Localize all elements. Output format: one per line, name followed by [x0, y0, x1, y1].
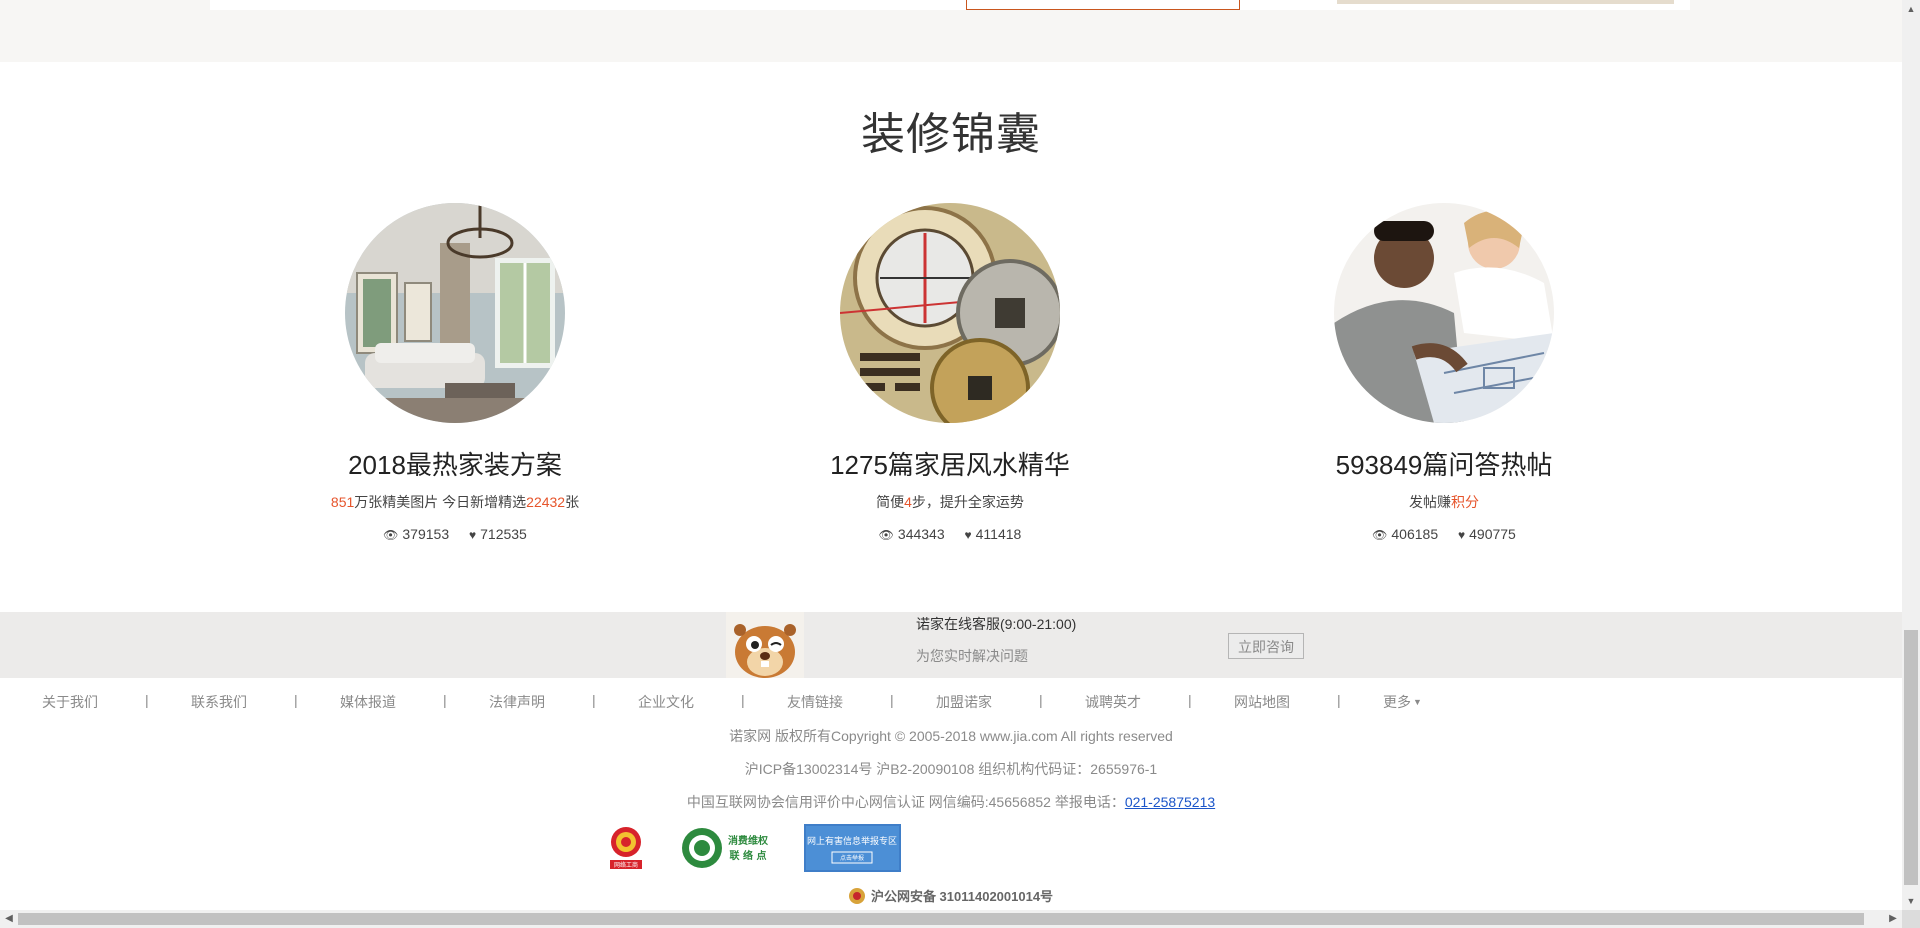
card-subtitle: 851万张精美图片 今日新增精选22432张 — [205, 492, 705, 512]
highlight-number: 22432 — [526, 494, 566, 510]
business-badge[interactable]: 网络工商 — [605, 824, 647, 877]
views-stat: 👁 406185 — [1372, 526, 1438, 542]
card-stats: 👁 406185 ♥ 490775 — [1194, 526, 1694, 542]
footer-separator: | — [145, 692, 149, 708]
card-title[interactable]: 593849篇问答热帖 — [1194, 445, 1694, 482]
card-title[interactable]: 2018最热家装方案 — [205, 445, 705, 482]
consultation-photo[interactable] — [1334, 203, 1554, 423]
card-stats: 👁 379153 ♥ 712535 — [205, 526, 705, 542]
subtitle-text: 简便 — [876, 494, 905, 510]
scroll-right-icon[interactable]: ▶ — [1884, 910, 1902, 928]
consumer-badge-line2: 联 络 点 — [730, 849, 767, 862]
footer-nav: 关于我们 | 联系我们 | 媒体报道 | 法律声明 | 企业文化 | 友情链接 … — [0, 692, 1902, 712]
likes-stat: ♥ 411418 — [965, 526, 1022, 542]
views-stat: 👁 379153 — [383, 526, 449, 542]
living-room-photo[interactable] — [345, 203, 565, 423]
views-count: 344343 — [897, 526, 945, 542]
footer-separator: | — [443, 692, 447, 708]
more-label: 更多 — [1383, 694, 1411, 710]
police-record[interactable]: 沪公网安备 31011402001014号 — [0, 886, 1902, 905]
footer-link-about[interactable]: 关于我们 — [42, 692, 98, 712]
eye-icon: 👁 — [383, 528, 399, 542]
service-title: 诺家在线客服(9:00-21:00) — [916, 616, 1077, 632]
footer-separator: | — [741, 692, 745, 708]
card-qa[interactable]: 593849篇问答热帖 发帖赚积分 👁 406185 ♥ 490775 — [1194, 203, 1694, 542]
fengshui-compass-photo[interactable] — [840, 203, 1060, 423]
footer-link-franchise[interactable]: 加盟诺家 — [936, 692, 992, 712]
footer-link-friends[interactable]: 友情链接 — [787, 692, 843, 712]
subtitle-text: 张 — [565, 494, 580, 510]
consumer-badge-line1: 消费维权 — [728, 834, 769, 847]
outlined-box-edge — [966, 0, 1240, 10]
harmful-info-report-badge[interactable]: 网上有害信息举报专区 点击举报 — [804, 824, 901, 877]
horizontal-scrollbar[interactable]: ◀ ▶ — [0, 910, 1902, 928]
report-badge-line1: 网上有害信息举报专区 — [807, 835, 897, 847]
vertical-scrollbar[interactable]: ▲ ▼ — [1902, 0, 1920, 910]
footer-separator: | — [592, 692, 596, 708]
police-badge-icon — [848, 888, 865, 904]
footer-link-more[interactable]: 更多 ▼ — [1383, 692, 1422, 712]
footer-link-contact[interactable]: 联系我们 — [191, 692, 247, 712]
footer-link-careers[interactable]: 诚聘英才 — [1085, 692, 1141, 712]
footer-separator: | — [294, 692, 298, 708]
heart-icon: ♥ — [469, 528, 477, 542]
scroll-left-icon[interactable]: ◀ — [0, 910, 18, 928]
highlight-number: 851 — [330, 494, 355, 510]
highlight-text: 积分 — [1451, 494, 1479, 510]
likes-stat: ♥ 712535 — [469, 526, 527, 542]
beige-bar-edge — [1337, 0, 1674, 4]
heart-icon: ♥ — [964, 528, 972, 542]
views-count: 406185 — [1391, 526, 1439, 542]
views-count: 379153 — [402, 526, 450, 542]
footer-separator: | — [1188, 692, 1192, 708]
highlight-number: 4 — [904, 494, 912, 510]
footer-link-legal[interactable]: 法律声明 — [489, 692, 545, 712]
footer-link-sitemap[interactable]: 网站地图 — [1234, 692, 1290, 712]
business-badge-text: 网络工商 — [614, 861, 638, 869]
report-badge-line2: 点击举报 — [840, 854, 864, 862]
credit-line: 中国互联网协会信用评价中心网信认证 网信编码:45656852 举报电话：021… — [0, 792, 1902, 812]
card-home-design[interactable]: 2018最热家装方案 851万张精美图片 今日新增精选22432张 👁 37915… — [205, 203, 705, 542]
card-subtitle: 简便4步，提升全家运势 — [700, 492, 1200, 512]
likes-stat: ♥ 490775 — [1458, 526, 1516, 542]
horizontal-scroll-thumb[interactable] — [18, 913, 1864, 925]
eye-icon: 👁 — [878, 528, 894, 542]
service-subtitle: 为您实时解决问题 — [916, 648, 1028, 664]
card-stats: 👁 344343 ♥ 411418 — [700, 526, 1200, 542]
likes-count: 411418 — [975, 526, 1022, 542]
heart-icon: ♥ — [1458, 528, 1466, 542]
beaver-mascot-icon — [726, 612, 804, 678]
scroll-up-icon[interactable]: ▲ — [1902, 0, 1920, 18]
consumer-rights-badge[interactable]: 消费维权 联 络 点 — [680, 826, 776, 875]
views-stat: 👁 344343 — [879, 526, 945, 542]
consult-now-button[interactable]: 立即咨询 — [1228, 633, 1304, 659]
footer-separator: | — [890, 692, 894, 708]
section-title: 装修锦囊 — [861, 110, 1041, 159]
copyright-line: 诺家网 版权所有Copyright © 2005-2018 www.jia.co… — [729, 728, 1173, 744]
subtitle-text: 步，提升全家运势 — [911, 494, 1024, 510]
likes-count: 490775 — [1469, 526, 1516, 542]
footer-separator: | — [1039, 692, 1043, 708]
subtitle-text: 发帖赚 — [1409, 494, 1451, 510]
scrollbar-corner — [1902, 910, 1920, 928]
card-fengshui[interactable]: 1275篇家居风水精华 简便4步，提升全家运势 👁 344343 ♥ 411418 — [700, 203, 1200, 542]
subtitle-text: 万张精美图片 今日新增精选 — [354, 494, 527, 510]
icp-line: 沪ICP备13002314号 沪B2-20090108 组织机构代码证：2655… — [744, 761, 1158, 777]
eye-icon: 👁 — [1372, 528, 1388, 542]
footer-link-media[interactable]: 媒体报道 — [340, 692, 396, 712]
likes-count: 712535 — [480, 526, 527, 542]
caret-down-icon: ▼ — [1413, 697, 1422, 707]
card-subtitle: 发帖赚积分 — [1194, 492, 1694, 512]
scroll-down-icon[interactable]: ▼ — [1902, 892, 1920, 910]
vertical-scroll-thumb[interactable] — [1904, 630, 1918, 885]
footer-link-culture[interactable]: 企业文化 — [638, 692, 694, 712]
top-strip — [0, 0, 1902, 62]
report-phone-link[interactable]: 021-25875213 — [1125, 794, 1215, 810]
card-title[interactable]: 1275篇家居风水精华 — [700, 445, 1200, 482]
footer-separator: | — [1337, 692, 1341, 708]
police-record-text: 沪公网安备 31011402001014号 — [870, 889, 1054, 904]
credit-text: 中国互联网协会信用评价中心网信认证 网信编码:45656852 举报电话： — [686, 794, 1125, 810]
